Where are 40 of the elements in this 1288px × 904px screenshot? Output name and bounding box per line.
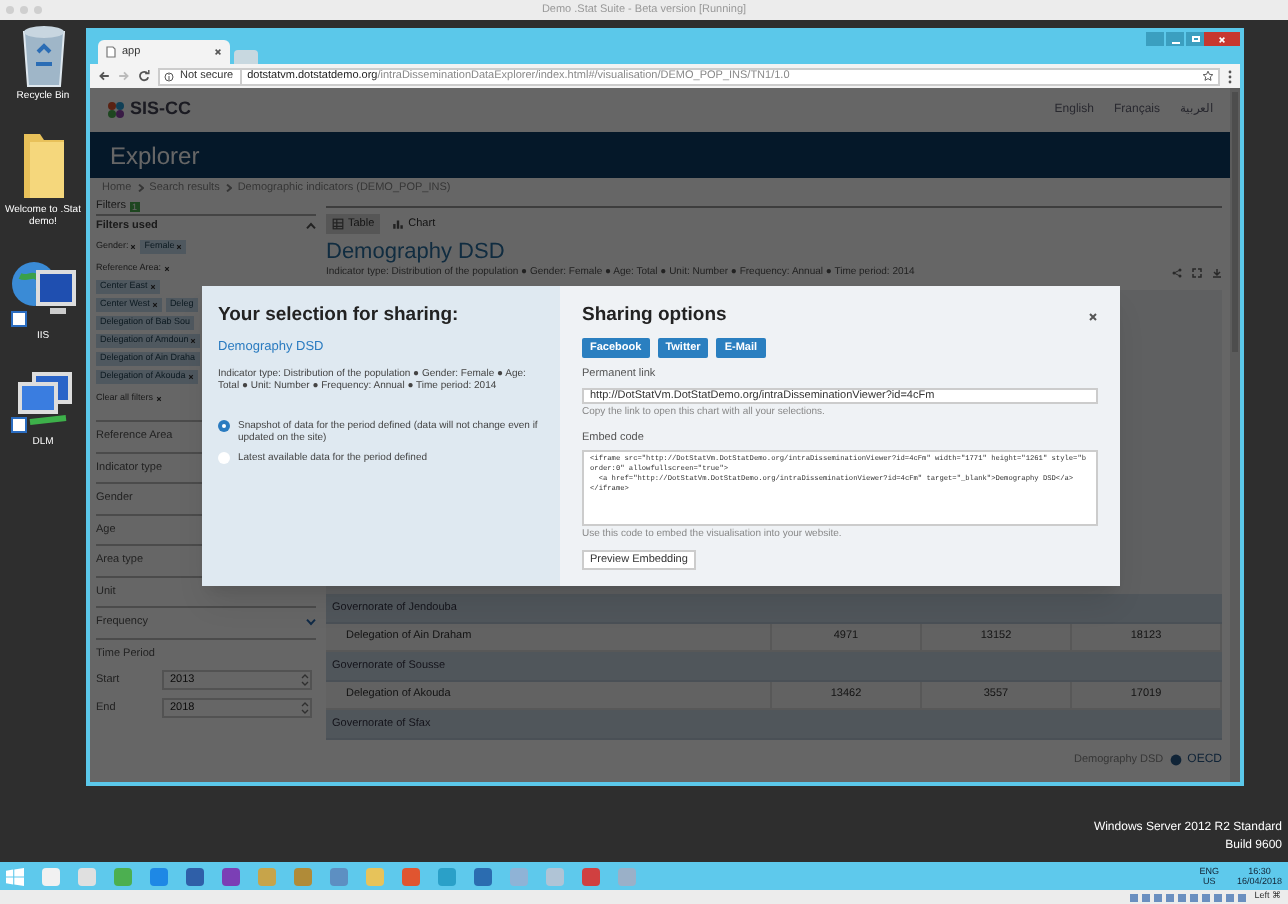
download-icon[interactable] <box>1212 268 1222 279</box>
page-icon <box>106 46 116 58</box>
dialog-heading: Sharing options <box>582 302 727 330</box>
banner-title: Explorer <box>110 139 200 173</box>
remove-icon[interactable] <box>130 244 137 250</box>
folder-icon[interactable] <box>19 130 67 202</box>
windows-logo-icon[interactable] <box>6 867 24 885</box>
chevron-right-icon <box>225 184 232 192</box>
network-computers-icon[interactable] <box>9 370 77 434</box>
globe-monitor-icon[interactable] <box>9 256 77 328</box>
radio-button[interactable] <box>218 420 230 432</box>
recycle-bin-icon[interactable] <box>17 24 69 88</box>
logo-mark-icon <box>106 100 126 120</box>
maximize-button[interactable] <box>1184 32 1204 46</box>
scrollbar[interactable] <box>1230 88 1240 782</box>
close-button[interactable] <box>1204 32 1240 46</box>
reload-icon[interactable] <box>138 70 150 82</box>
chart-title: Demography DSD <box>326 240 507 266</box>
back-arrow-icon[interactable] <box>98 70 110 82</box>
minimize-button[interactable] <box>1164 32 1184 46</box>
star-icon[interactable] <box>1202 70 1214 82</box>
fullscreen-icon[interactable] <box>1192 268 1202 279</box>
dialog-heading: Your selection for sharing: <box>218 302 461 330</box>
remove-icon[interactable] <box>214 48 222 56</box>
radio-button[interactable] <box>218 452 230 464</box>
globe-icon <box>1169 754 1182 767</box>
chevron-down-icon[interactable] <box>306 618 316 627</box>
table-icon <box>332 218 344 230</box>
remove-icon[interactable] <box>155 395 162 401</box>
remove-icon[interactable] <box>1088 311 1098 322</box>
logo-text: SIS-CC <box>130 96 192 123</box>
forward-arrow-icon[interactable] <box>118 70 130 82</box>
bar-chart-icon <box>392 218 405 230</box>
spinner-arrows-icon[interactable] <box>300 671 310 688</box>
spinner-arrows-icon[interactable] <box>300 699 310 716</box>
share-icon[interactable] <box>1172 268 1182 279</box>
info-icon <box>164 71 174 81</box>
chevron-up-icon[interactable] <box>306 222 316 230</box>
remove-icon[interactable] <box>163 266 170 272</box>
chevron-right-icon <box>137 184 144 192</box>
